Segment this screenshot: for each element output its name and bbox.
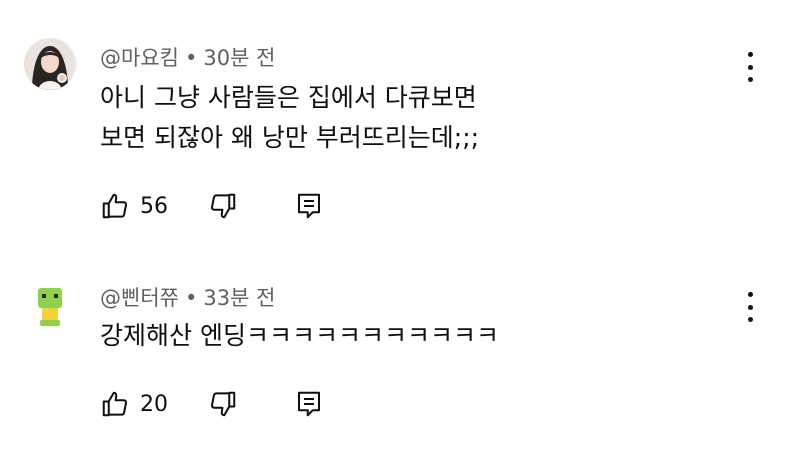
dislike-button[interactable] — [208, 389, 238, 419]
like-count: 56 — [140, 193, 168, 219]
reply-button[interactable] — [294, 191, 324, 221]
comment-text: 강제해산 엔딩ㅋㅋㅋㅋㅋㅋㅋㅋㅋㅋㅋ — [100, 316, 499, 356]
meta-separator: • — [184, 286, 198, 310]
more-dot — [747, 52, 753, 57]
more-dot — [747, 77, 753, 82]
thumbs-up-icon — [102, 391, 128, 417]
thumbs-down-icon — [210, 391, 236, 417]
like-button[interactable]: 20 — [100, 389, 184, 419]
user-photo-avatar-icon — [24, 38, 76, 90]
comment-meta: @마요킴 • 30분 전 — [100, 42, 275, 72]
comment-actions: 56 — [100, 188, 324, 224]
more-options-button[interactable] — [738, 292, 762, 322]
like-button[interactable]: 56 — [100, 191, 184, 221]
reply-comment-icon — [298, 391, 320, 417]
green-character-avatar-icon — [24, 280, 76, 332]
comment-time[interactable]: 30분 전 — [203, 46, 275, 70]
more-options-button[interactable] — [738, 52, 762, 82]
comment-text: 아니 그냥 사람들은 집에서 다큐보면 보면 되잖아 왜 낭만 부러뜨리는데;;… — [100, 78, 479, 158]
comment-text-line: 아니 그냥 사람들은 집에서 다큐보면 — [100, 83, 477, 112]
more-dot — [747, 317, 753, 322]
comment-meta: @삔터쮸 • 33분 전 — [100, 282, 275, 312]
comment-item: @삔터쮸 • 33분 전 강제해산 엔딩ㅋㅋㅋㅋㅋㅋㅋㅋㅋㅋㅋ 20 — [0, 250, 800, 460]
dislike-button[interactable] — [208, 191, 238, 221]
comment-actions: 20 — [100, 386, 324, 422]
author-name[interactable]: @마요킴 — [100, 46, 179, 70]
more-dot — [747, 304, 753, 310]
author-name[interactable]: @삔터쮸 — [100, 286, 179, 310]
avatar[interactable] — [24, 38, 76, 90]
comment-text-line: 강제해산 엔딩ㅋㅋㅋㅋㅋㅋㅋㅋㅋㅋㅋ — [100, 321, 499, 350]
more-dot — [747, 64, 753, 70]
comment-text-line: 보면 되잖아 왜 낭만 부러뜨리는데;;; — [100, 123, 480, 152]
thumbs-up-icon — [102, 193, 128, 219]
meta-separator: • — [184, 46, 198, 70]
comment-item: @마요킴 • 30분 전 아니 그냥 사람들은 집에서 다큐보면 보면 되잖아 왜 … — [0, 0, 800, 250]
more-dot — [747, 292, 753, 297]
comment-time[interactable]: 33분 전 — [203, 286, 275, 310]
thumbs-down-icon — [210, 193, 236, 219]
like-count: 20 — [140, 391, 168, 417]
reply-comment-icon — [298, 193, 320, 219]
avatar[interactable] — [24, 280, 76, 332]
reply-button[interactable] — [294, 389, 324, 419]
